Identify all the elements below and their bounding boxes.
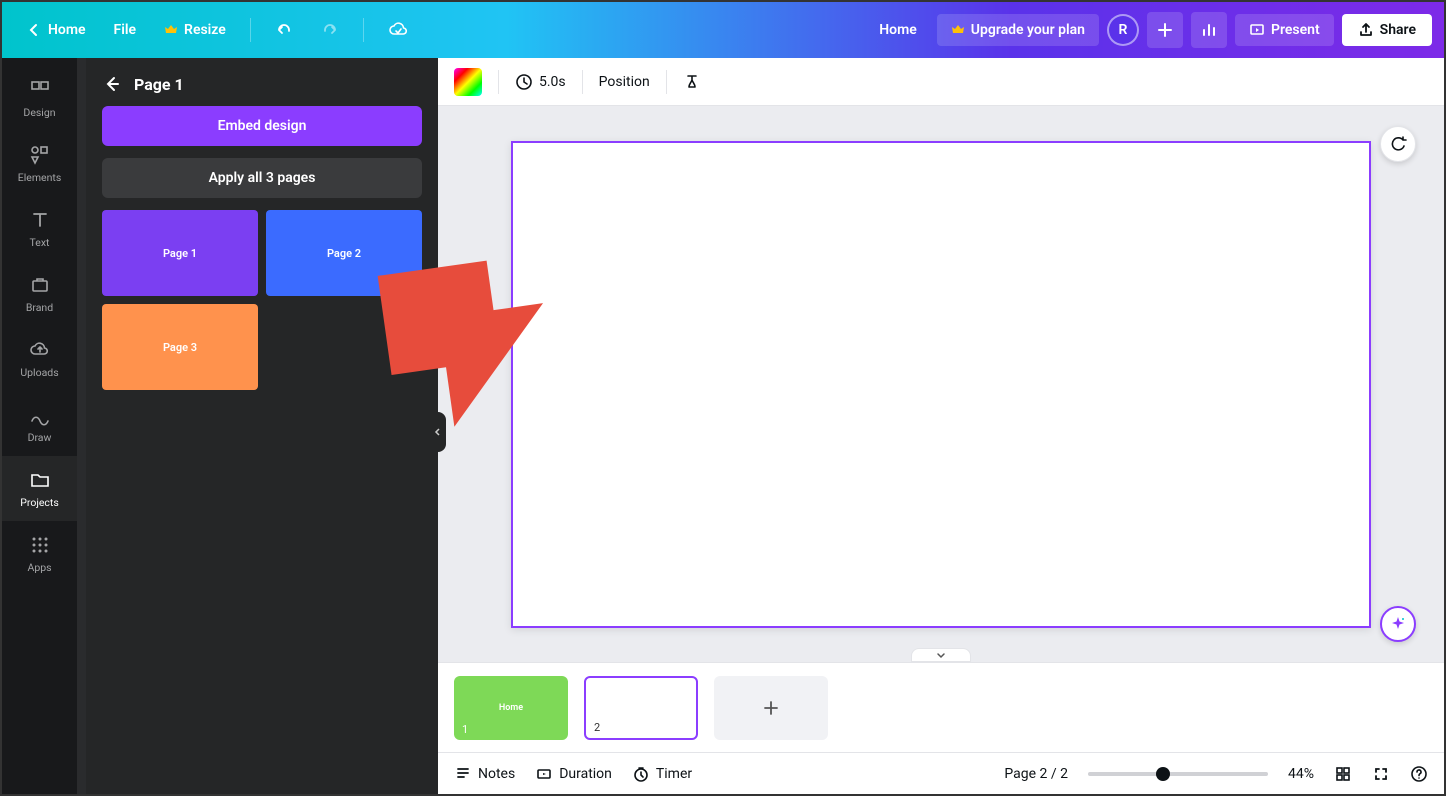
bottom-bar: Notes Duration Timer Page 2 / 2 44% — [438, 752, 1444, 794]
redo-button[interactable] — [309, 13, 351, 47]
side-panel: Page 1 Embed design Apply all 3 pages Pa… — [86, 58, 438, 794]
sparkle-icon — [1389, 615, 1407, 633]
rail-elements[interactable]: Elements — [2, 131, 77, 196]
thumb-page-1[interactable]: Page 1 — [102, 210, 258, 296]
topbar-left-group: Home File Resize — [14, 12, 420, 48]
crown-icon — [164, 23, 178, 37]
rail-uploads[interactable]: Uploads — [2, 326, 77, 391]
file-menu[interactable]: File — [102, 14, 149, 46]
zoom-level[interactable]: 44% — [1288, 766, 1314, 782]
collapse-panel-tab[interactable] — [430, 412, 446, 452]
page-canvas[interactable] — [511, 141, 1371, 628]
help-button[interactable] — [1410, 765, 1428, 783]
panel-header: Page 1 — [102, 74, 422, 94]
animate-button[interactable] — [683, 73, 701, 91]
apply-all-button[interactable]: Apply all 3 pages — [102, 158, 422, 198]
thumb-page-3[interactable]: Page 3 — [102, 304, 258, 390]
strip-page-1[interactable]: Home 1 — [454, 676, 568, 740]
notes-button[interactable]: Notes — [454, 765, 515, 783]
rail-apps[interactable]: Apps — [2, 521, 77, 586]
rail-text[interactable]: Text — [2, 196, 77, 261]
home-label: Home — [48, 22, 86, 38]
plus-icon — [762, 699, 780, 717]
insights-button[interactable] — [1191, 12, 1227, 48]
embed-design-button[interactable]: Embed design — [102, 106, 422, 146]
zoom-handle[interactable] — [1156, 767, 1170, 781]
timer-button[interactable]: Timer — [632, 765, 692, 783]
chevron-down-icon — [935, 649, 947, 661]
back-button[interactable]: Home — [14, 14, 98, 46]
duration-control[interactable]: 5.0s — [515, 73, 566, 91]
panel-title: Page 1 — [134, 75, 184, 94]
grid-view-button[interactable] — [1334, 765, 1352, 783]
avatar[interactable]: R — [1107, 14, 1139, 46]
add-button[interactable] — [1147, 12, 1183, 48]
separator — [498, 70, 499, 94]
rail-projects[interactable]: Projects — [2, 456, 77, 521]
page-strip: Home 1 2 — [438, 662, 1444, 752]
projects-icon — [28, 468, 52, 492]
elements-icon — [28, 143, 52, 167]
back-arrow-icon[interactable] — [102, 74, 122, 94]
separator — [250, 18, 251, 42]
fullscreen-icon — [1372, 765, 1390, 783]
rail-draw[interactable]: Draw — [2, 391, 77, 456]
magic-fab[interactable] — [1380, 606, 1416, 642]
duration-button[interactable]: Duration — [535, 765, 612, 783]
text-icon — [28, 208, 52, 232]
apps-icon — [28, 533, 52, 557]
redo-icon — [321, 21, 339, 39]
page-indicator[interactable]: Page 2 / 2 — [1004, 766, 1068, 782]
notes-icon — [454, 765, 472, 783]
rail-scrollbar[interactable] — [78, 58, 86, 794]
cloud-sync-button[interactable] — [376, 12, 420, 48]
design-icon — [28, 78, 52, 102]
help-icon — [1410, 765, 1428, 783]
cloud-check-icon — [388, 20, 408, 40]
design-name[interactable]: Home — [867, 14, 929, 46]
animate-icon — [683, 73, 701, 91]
chevron-left-icon — [26, 22, 42, 38]
present-button[interactable]: Present — [1235, 14, 1334, 46]
regenerate-fab[interactable] — [1380, 126, 1416, 162]
resize-button[interactable]: Resize — [152, 14, 238, 46]
expand-pages-tab[interactable] — [911, 648, 971, 662]
clock-icon — [515, 73, 533, 91]
plus-icon — [1157, 22, 1173, 38]
left-rail: Design Elements Text Brand Uploads Draw … — [2, 58, 78, 794]
canvas-viewport[interactable] — [438, 106, 1444, 662]
draw-icon — [28, 403, 52, 427]
uploads-icon — [28, 338, 52, 362]
separator — [582, 70, 583, 94]
share-icon — [1358, 22, 1374, 38]
timer-icon — [632, 765, 650, 783]
undo-icon — [275, 21, 293, 39]
crown-icon — [951, 23, 965, 37]
upgrade-button[interactable]: Upgrade your plan — [937, 14, 1099, 46]
top-toolbar: Home File Resize Home Upgrade your plan … — [2, 2, 1444, 58]
color-picker[interactable] — [454, 68, 482, 96]
present-icon — [1249, 22, 1265, 38]
zoom-slider[interactable] — [1088, 772, 1268, 776]
fullscreen-button[interactable] — [1372, 765, 1390, 783]
share-button[interactable]: Share — [1342, 14, 1432, 46]
rail-design[interactable]: Design — [2, 66, 77, 131]
page-thumbnails-grid: Page 1 Page 2 Page 3 — [102, 210, 422, 390]
thumb-page-2[interactable]: Page 2 — [266, 210, 422, 296]
add-page-button[interactable] — [714, 676, 828, 740]
strip-page-2[interactable]: 2 — [584, 676, 698, 740]
chevron-left-icon — [433, 427, 443, 437]
rail-brand[interactable]: Brand — [2, 261, 77, 326]
context-toolbar: 5.0s Position — [438, 58, 1444, 106]
canvas-area: 5.0s Position Home 1 — [438, 58, 1444, 794]
separator — [666, 70, 667, 94]
brand-icon — [28, 273, 52, 297]
sparkle-refresh-icon — [1389, 135, 1407, 153]
duration-icon — [535, 765, 553, 783]
chart-icon — [1201, 22, 1217, 38]
grid-icon — [1334, 765, 1352, 783]
position-button[interactable]: Position — [599, 74, 650, 90]
undo-button[interactable] — [263, 13, 305, 47]
separator — [363, 18, 364, 42]
